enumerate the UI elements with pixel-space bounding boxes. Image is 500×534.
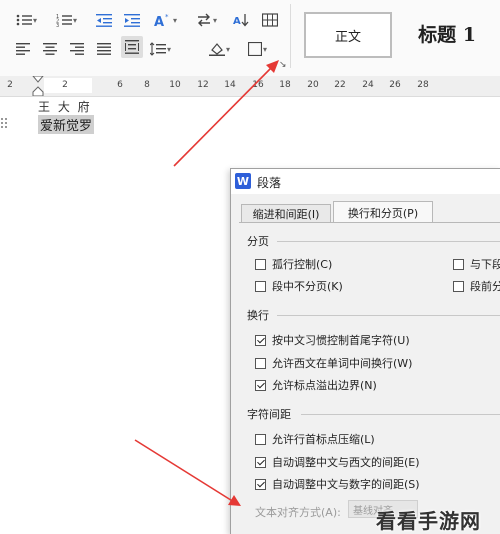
decrease-indent-icon[interactable]	[96, 9, 112, 31]
checkbox-label: 允许西文在单词中间换行(W)	[272, 357, 413, 370]
watermark-text: 看看手游网	[376, 509, 481, 533]
dialog-title: 段落	[257, 176, 282, 190]
ruler-number: 10	[169, 80, 181, 90]
ribbon-separator	[290, 4, 291, 68]
justify-icon[interactable]	[97, 38, 111, 60]
ruler-number: 16	[252, 80, 264, 90]
checkbox-widow-control[interactable]: 孤行控制(C)	[255, 256, 332, 272]
distributed-icon[interactable]	[121, 36, 143, 58]
checkbox-label: 段中不分页(K)	[272, 280, 343, 293]
text-alignment-label: 文本对齐方式(A):	[255, 506, 341, 519]
paragraph-dialog: W 段落 缩进和间距(I) 换行和分页(P) 分页 孤行控制(C) 段中不分页(…	[230, 168, 500, 534]
drag-handle-icon[interactable]	[0, 117, 8, 129]
tab-divider	[239, 222, 500, 223]
ruler-number: 28	[417, 80, 429, 90]
align-left-icon[interactable]	[16, 38, 30, 60]
arrow-to-alignment	[134, 439, 241, 506]
checkbox-label: 允许标点溢出边界(N)	[272, 379, 377, 392]
horizontal-ruler[interactable]: 2 2 6 8 10 12 14 16 18 20 22 24 26 28	[0, 76, 500, 97]
tab-line-page-breaks[interactable]: 换行和分页(P)	[333, 201, 433, 223]
chevron-down-icon[interactable]: ▾	[263, 45, 267, 54]
svg-text:3: 3	[56, 23, 59, 27]
checkbox-box[interactable]	[255, 433, 266, 445]
checkbox-box[interactable]	[255, 456, 266, 468]
checkbox-label: 与下段	[470, 258, 500, 271]
tab-indent-spacing[interactable]: 缩进和间距(I)	[241, 204, 331, 223]
chevron-down-icon[interactable]: ▾	[33, 16, 37, 25]
checkbox-box[interactable]	[255, 280, 266, 292]
chevron-down-icon[interactable]: ▾	[173, 16, 177, 25]
style-normal-button[interactable]: 正文	[304, 12, 392, 58]
table-icon[interactable]	[262, 9, 278, 31]
checkbox-label: 自动调整中文与数字的间距(S)	[272, 478, 420, 491]
checkbox-auto-space-numbers[interactable]: 自动调整中文与数字的间距(S)	[255, 476, 420, 492]
increase-indent-icon[interactable]	[124, 9, 140, 31]
ruler-number: 18	[279, 80, 291, 90]
align-right-icon[interactable]	[70, 38, 84, 60]
ruler-number: 22	[334, 80, 346, 90]
ruler-number: 8	[144, 80, 150, 90]
dialog-titlebar[interactable]: W 段落	[231, 169, 500, 194]
checkbox-box[interactable]	[255, 478, 266, 490]
ruler-number: 14	[224, 80, 236, 90]
checkbox-label: 按中文习惯控制首尾字符(U)	[272, 334, 410, 347]
numbered-list-icon[interactable]: 1 2 3 ▾	[56, 9, 77, 31]
svg-text:A: A	[233, 16, 241, 27]
checkbox-box[interactable]	[453, 258, 464, 270]
ruler-number: 24	[362, 80, 374, 90]
checkbox-box[interactable]	[255, 379, 266, 391]
checkbox-label: 允许行首标点压缩(L)	[272, 433, 375, 446]
section-title-pagination: 分页	[247, 235, 269, 248]
checkbox-box[interactable]	[255, 334, 266, 346]
bullet-list-icon[interactable]: ▾	[16, 9, 37, 31]
ruler-number: 26	[389, 80, 401, 90]
sort-icon[interactable]: A	[233, 9, 249, 31]
ribbon-toolbar: ▾ 1 2 3 ▾ A * ▾ ▾ A ▾ ▾ ▾ 正文 标题 1 ↘	[0, 0, 500, 77]
chevron-down-icon[interactable]: ▾	[226, 45, 230, 54]
chevron-down-icon[interactable]: ▾	[73, 16, 77, 25]
checkbox-label: 段前分	[470, 280, 500, 293]
chevron-down-icon[interactable]: ▾	[213, 16, 217, 25]
wps-logo-icon: W	[235, 173, 251, 189]
checkbox-chinese-first-last-char[interactable]: 按中文习惯控制首尾字符(U)	[255, 332, 410, 348]
checkbox-box[interactable]	[255, 258, 266, 270]
ruler-number: 2	[62, 80, 68, 90]
section-divider	[277, 315, 500, 316]
indent-marker-icon[interactable]	[32, 76, 44, 96]
section-divider	[301, 414, 500, 415]
text-effects-icon[interactable]: A * ▾	[154, 9, 177, 31]
style-heading1-button[interactable]: 标题 1	[394, 12, 500, 54]
checkbox-punctuation-overflow[interactable]: 允许标点溢出边界(N)	[255, 377, 377, 393]
document-selected-text[interactable]: 爱新觉罗	[38, 115, 95, 134]
line-spacing-icon[interactable]: ▾	[196, 9, 217, 31]
section-title-line-break: 换行	[247, 309, 269, 322]
checkbox-compress-punctuation[interactable]: 允许行首标点压缩(L)	[255, 431, 375, 447]
checkbox-box[interactable]	[255, 357, 266, 369]
checkbox-latin-word-wrap[interactable]: 允许西文在单词中间换行(W)	[255, 355, 412, 371]
align-center-icon[interactable]	[43, 38, 57, 60]
ruler-number: 20	[307, 80, 319, 90]
paragraph-spacing-icon[interactable]: ▾	[150, 38, 171, 60]
checkbox-label: 孤行控制(C)	[272, 258, 333, 271]
chevron-down-icon[interactable]: ▾	[167, 45, 171, 54]
svg-text:*: *	[165, 13, 169, 21]
ruler-number: 12	[197, 80, 209, 90]
svg-text:A: A	[154, 15, 164, 27]
checkbox-keep-lines-together[interactable]: 段中不分页(K)	[255, 278, 343, 294]
checkbox-label: 自动调整中文与西文的间距(E)	[272, 456, 420, 469]
checkbox-box[interactable]	[453, 280, 464, 292]
section-divider	[277, 241, 500, 242]
section-title-char-spacing: 字符间距	[247, 408, 291, 421]
shading-icon[interactable]: ▾	[209, 38, 230, 60]
checkbox-keep-with-next[interactable]: 与下段	[453, 256, 500, 272]
paragraph-dialog-launcher-icon[interactable]: ↘	[279, 60, 287, 70]
checkbox-page-break-before[interactable]: 段前分	[453, 278, 500, 294]
border-icon[interactable]: ▾	[248, 38, 267, 60]
checkbox-auto-space-latin[interactable]: 自动调整中文与西文的间距(E)	[255, 454, 420, 470]
ruler-text-area	[44, 78, 92, 93]
document-line[interactable]: 王 大 府	[38, 98, 92, 115]
ruler-number: 2	[7, 80, 13, 90]
ruler-number: 6	[117, 80, 123, 90]
